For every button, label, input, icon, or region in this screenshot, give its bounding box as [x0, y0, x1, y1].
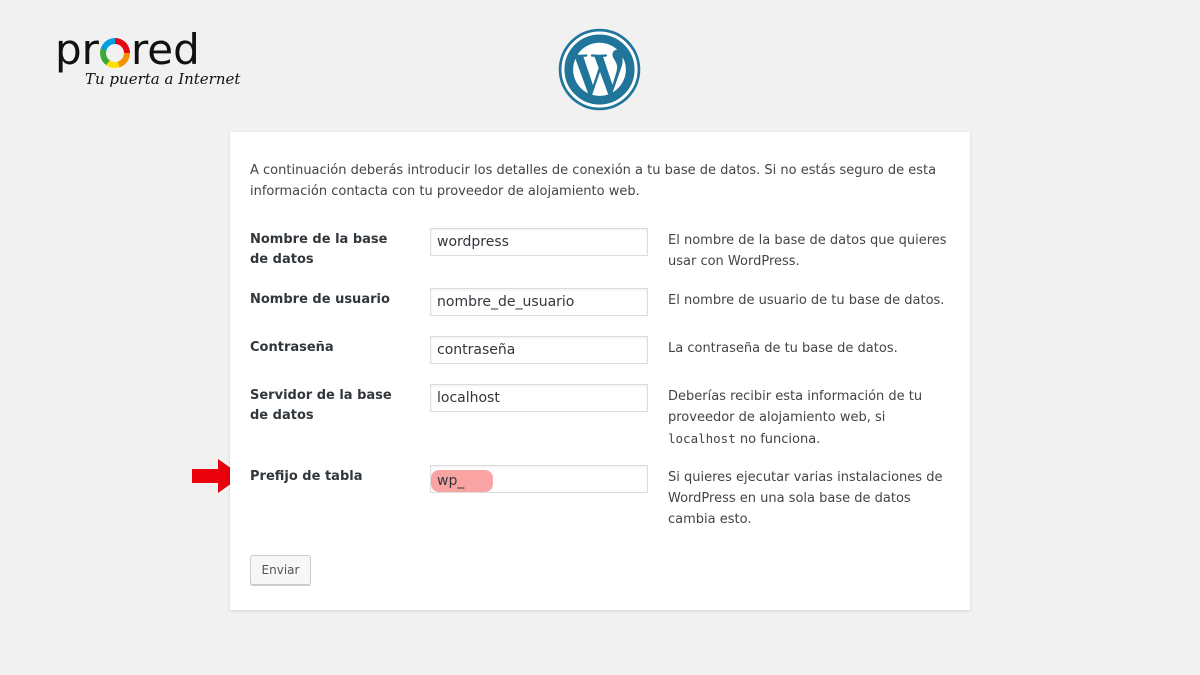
db-host-label: Servidor de la base de datos	[250, 388, 392, 423]
db-host-description-code: localhost	[668, 431, 736, 446]
db-host-input[interactable]: localhost	[430, 384, 648, 412]
prored-logo: pr red Tu puerta a Internet	[55, 28, 241, 98]
password-value: contraseña	[437, 342, 516, 358]
wordpress-logo[interactable]	[557, 27, 642, 112]
db-name-input[interactable]: wordpress	[430, 228, 648, 256]
db-host-description: Deberías recibir esta información de tu …	[668, 386, 953, 450]
password-description: La contraseña de tu base de datos.	[668, 341, 898, 356]
table-prefix-input[interactable]: wp_	[430, 465, 648, 493]
table-prefix-description: Si quieres ejecutar varias instalaciones…	[668, 470, 943, 527]
db-host-description-post: no funciona.	[735, 432, 821, 447]
table-prefix-label: Prefijo de tabla	[250, 469, 363, 484]
prored-word-pre: pr	[55, 25, 99, 74]
db-name-label: Nombre de la base de datos	[250, 232, 388, 267]
prored-wordmark: pr red	[55, 28, 225, 72]
password-label: Contraseña	[250, 340, 334, 355]
username-description: El nombre de usuario de tu base de datos…	[668, 293, 945, 308]
db-host-value: localhost	[437, 390, 500, 406]
username-value: nombre_de_usuario	[437, 294, 575, 310]
prored-word-post: red	[130, 25, 200, 74]
submit-button[interactable]: Enviar	[250, 555, 311, 585]
intro-text: A continuación deberás introducir los de…	[250, 163, 937, 199]
username-input[interactable]: nombre_de_usuario	[430, 288, 648, 316]
prored-ring-icon	[99, 38, 130, 68]
password-input[interactable]: contraseña	[430, 336, 648, 364]
db-host-description-pre: Deberías recibir esta información de tu …	[668, 389, 923, 425]
wordpress-icon	[558, 28, 641, 111]
db-name-description: El nombre de la base de datos que quiere…	[668, 233, 947, 269]
table-prefix-value: wp_	[431, 470, 493, 492]
prored-tagline: Tu puerta a Internet	[85, 70, 241, 88]
username-label: Nombre de usuario	[250, 292, 390, 307]
db-name-value: wordpress	[437, 234, 509, 250]
db-config-card: A continuación deberás introducir los de…	[230, 132, 970, 610]
